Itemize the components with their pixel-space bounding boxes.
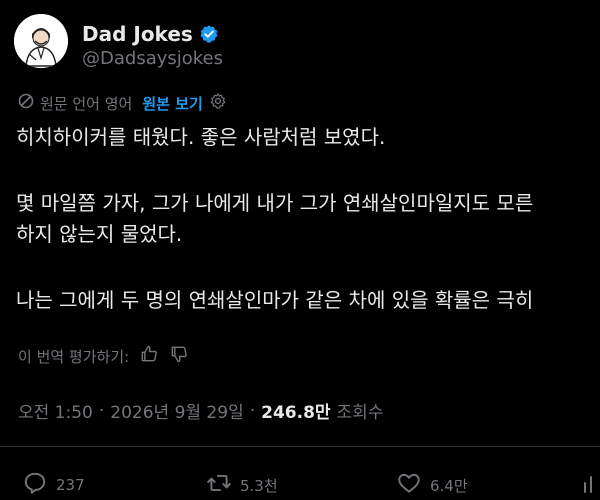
original-language-label: 원문 언어 영어 [40,94,133,113]
author-handle[interactable]: @Dadsaysjokes [82,48,223,69]
tweet-meta: 오전 1:50 · 2026년 9월 29일 · 246.8만 조회수 [18,398,384,424]
author-name[interactable]: Dad Jokes [82,22,193,46]
divider [0,446,600,447]
views-chart-icon [582,470,600,500]
retweet-button[interactable]: 5.3천 [206,470,278,500]
tweet-line: 몇 마일쯤 가자, 그가 나에게 내가 그가 연쇄살인마일지도 모른 [16,191,534,215]
retweet-count: 5.3천 [240,476,278,495]
reply-icon [22,470,48,500]
tweet-line: 하지 않는지 물었다. [16,222,183,246]
like-button[interactable]: 6.4만 [396,470,468,500]
author-avatar[interactable] [14,14,68,68]
show-original-link[interactable]: 원본 보기 [142,93,202,114]
tweet-date[interactable]: 2026년 9월 29일 [110,398,243,423]
views-button[interactable] [582,470,600,500]
views-count: 246.8만 [261,403,331,423]
author-name-row: Dad Jokes [82,22,219,46]
gear-icon[interactable] [209,92,227,114]
action-bar: 237 5.3천 6.4만 [0,470,600,496]
thumbs-up-icon[interactable] [139,344,159,368]
like-count: 6.4만 [430,476,468,495]
tweet-line: 나는 그에게 두 명의 연쇄살인마가 같은 차에 있을 확률은 극히 [16,288,534,312]
rate-translation: 이 번역 평가하기: [18,344,189,368]
translate-icon [18,93,34,113]
reply-count: 237 [56,476,85,494]
reply-button[interactable]: 237 [22,470,85,500]
tweet-line: 히치하이커를 태웠다. 좋은 사람처럼 보였다. [16,125,386,149]
retweet-icon [206,470,232,500]
verified-badge-icon [199,24,219,44]
translation-bar: 원문 언어 영어 원본 보기 [18,92,227,114]
tweet-time[interactable]: 오전 1:50 [18,398,93,423]
thumbs-down-icon[interactable] [169,344,189,368]
views-label: 조회수 [336,403,384,423]
meta-separator: · [249,400,256,421]
tweet-header: Dad Jokes @Dadsaysjokes [14,14,600,72]
heart-icon [396,470,422,500]
meta-separator: · [98,400,105,421]
rate-translation-label: 이 번역 평가하기: [18,347,130,366]
